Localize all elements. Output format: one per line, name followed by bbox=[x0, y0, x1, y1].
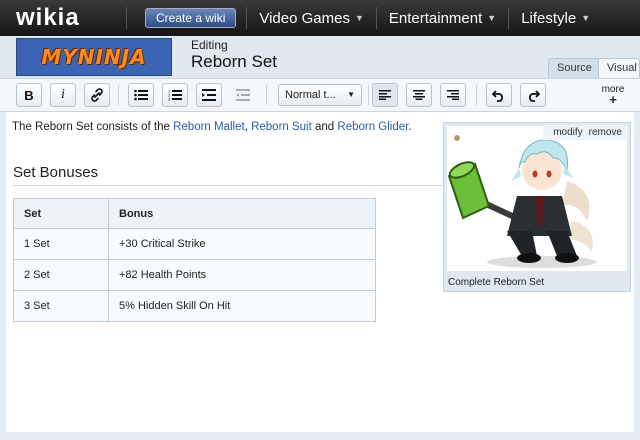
undo-icon bbox=[492, 90, 503, 102]
ninja-character-illustration bbox=[447, 135, 597, 268]
nav-divider bbox=[375, 7, 377, 29]
tab-visual[interactable]: Visual bbox=[598, 58, 640, 78]
undo-button[interactable] bbox=[486, 83, 512, 107]
intro-sep: and bbox=[311, 121, 338, 133]
italic-button[interactable]: i bbox=[50, 83, 76, 107]
chevron-down-icon: ▼ bbox=[581, 13, 591, 23]
outdent-icon bbox=[236, 89, 250, 101]
format-select[interactable]: Normal t... ▼ bbox=[278, 84, 362, 106]
align-right-button[interactable] bbox=[440, 83, 466, 107]
link-icon bbox=[91, 88, 103, 102]
editor-header: MYNINJA Editing Reborn Set Source Visual bbox=[0, 36, 640, 78]
bottom-border bbox=[0, 432, 640, 440]
toolbar-divider bbox=[476, 85, 477, 105]
indent-icon bbox=[202, 89, 216, 101]
nav-lifestyle-label: Lifestyle bbox=[521, 9, 577, 27]
image-caption: Complete Reborn Set bbox=[448, 277, 545, 288]
align-left-icon bbox=[379, 90, 391, 100]
link-button[interactable] bbox=[84, 83, 110, 107]
plus-icon: + bbox=[609, 92, 617, 107]
redo-button[interactable] bbox=[520, 83, 546, 107]
nav-entertainment[interactable]: Entertainment ▼ bbox=[387, 10, 498, 27]
bold-button[interactable]: B bbox=[16, 83, 42, 107]
intro-end: . bbox=[408, 121, 412, 133]
table-row: 3 Set 5% Hidden Skill On Hit bbox=[13, 290, 376, 322]
editor-toolbar: B i 123 Normal t... ▼ more + bbox=[0, 78, 640, 112]
reborn-set-image bbox=[447, 126, 627, 271]
toolbar-divider bbox=[368, 85, 369, 105]
editing-label: Editing bbox=[191, 38, 228, 52]
nav-divider bbox=[126, 7, 127, 29]
toolbar-divider bbox=[266, 85, 267, 105]
table-cell: 5% Hidden Skill On Hit bbox=[108, 290, 376, 322]
numbered-list-button[interactable]: 123 bbox=[162, 83, 188, 107]
table-header-row: Set Bonus bbox=[13, 198, 376, 229]
wikia-logo[interactable]: wikia bbox=[16, 4, 116, 32]
indent-button[interactable] bbox=[196, 83, 222, 107]
chevron-down-icon: ▼ bbox=[347, 90, 355, 99]
link-reborn-suit[interactable]: Reborn Suit bbox=[251, 121, 312, 133]
toolbar-divider bbox=[118, 85, 119, 105]
align-right-icon bbox=[447, 90, 459, 100]
align-center-button[interactable] bbox=[406, 83, 432, 107]
remove-image-link[interactable]: remove bbox=[589, 127, 622, 138]
table-cell: 3 Set bbox=[13, 290, 109, 322]
table-header-cell: Bonus bbox=[108, 198, 376, 229]
more-button[interactable]: more + bbox=[600, 85, 626, 107]
heading-divider bbox=[12, 185, 444, 186]
image-thumbnail[interactable]: modify remove Complete Reborn Set bbox=[443, 122, 631, 292]
table-cell: 1 Set bbox=[13, 228, 109, 260]
table-header-cell: Set bbox=[13, 198, 109, 229]
nav-divider bbox=[508, 7, 510, 29]
table-row: 2 Set +82 Health Points bbox=[13, 259, 376, 291]
nav-divider bbox=[246, 7, 248, 29]
bullet-list-icon bbox=[134, 89, 148, 101]
align-left-button[interactable] bbox=[372, 83, 398, 107]
outdent-button[interactable] bbox=[230, 83, 256, 107]
wiki-logo-text: MYNINJA bbox=[41, 45, 147, 69]
table-cell: 2 Set bbox=[13, 259, 109, 291]
nav-video-games-label: Video Games bbox=[259, 9, 350, 27]
intro-paragraph: The Reborn Set consists of the Reborn Ma… bbox=[12, 121, 412, 133]
editor-content[interactable]: The Reborn Set consists of the Reborn Ma… bbox=[0, 112, 640, 440]
nav-video-games[interactable]: Video Games ▼ bbox=[257, 10, 366, 27]
format-select-value: Normal t... bbox=[285, 89, 336, 101]
redo-icon bbox=[529, 90, 540, 102]
link-reborn-mallet[interactable]: Reborn Mallet bbox=[173, 121, 245, 133]
modify-image-link[interactable]: modify bbox=[553, 127, 582, 138]
image-actions: modify remove bbox=[543, 125, 626, 140]
table-row: 1 Set +30 Critical Strike bbox=[13, 228, 376, 260]
nav-entertainment-label: Entertainment bbox=[388, 9, 483, 27]
align-center-icon bbox=[413, 90, 425, 100]
chevron-down-icon: ▼ bbox=[354, 13, 364, 23]
create-wiki-button[interactable]: Create a wiki bbox=[145, 8, 237, 28]
page-title: Reborn Set bbox=[191, 52, 277, 71]
nav-lifestyle[interactable]: Lifestyle ▼ bbox=[519, 10, 592, 27]
global-nav: wikia Create a wiki Video Games ▼ Entert… bbox=[0, 0, 640, 36]
intro-text: The Reborn Set consists of the bbox=[12, 121, 174, 133]
link-reborn-glider[interactable]: Reborn Glider bbox=[337, 121, 408, 133]
numbered-list-icon: 123 bbox=[168, 89, 182, 101]
bullet-list-button[interactable] bbox=[128, 83, 154, 107]
chevron-down-icon: ▼ bbox=[487, 13, 497, 23]
myninja-wiki-logo[interactable]: MYNINJA bbox=[16, 38, 172, 76]
svg-text:3: 3 bbox=[168, 97, 171, 102]
table-cell: +82 Health Points bbox=[108, 259, 376, 291]
tab-source[interactable]: Source bbox=[548, 58, 601, 78]
table-cell: +30 Critical Strike bbox=[108, 228, 376, 260]
section-heading: Set Bonuses bbox=[13, 164, 99, 181]
set-bonus-table: Set Bonus 1 Set +30 Critical Strike 2 Se… bbox=[13, 198, 376, 322]
